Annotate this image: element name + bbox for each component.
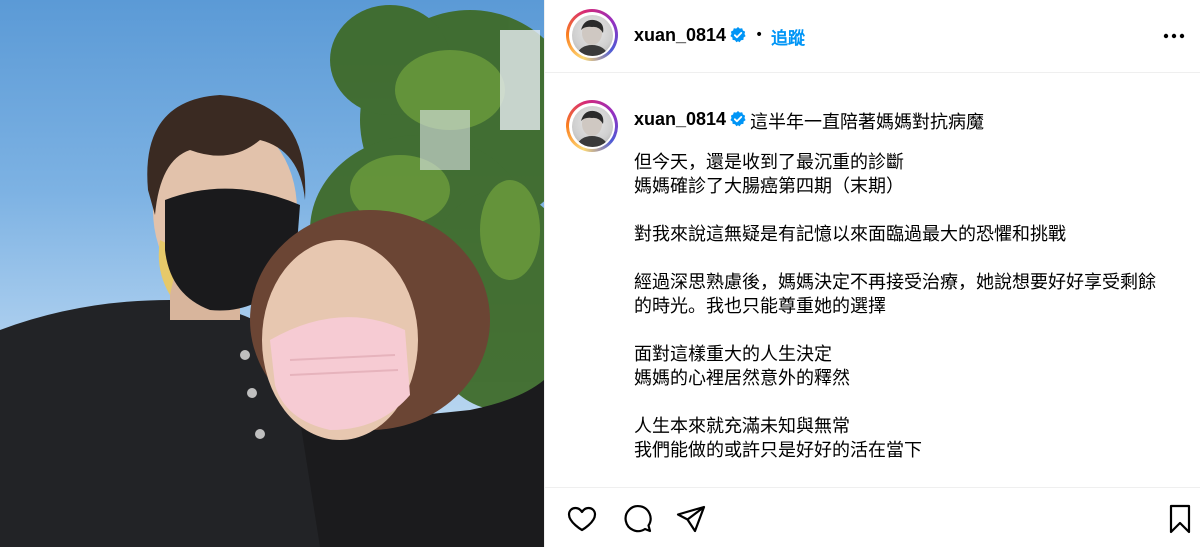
- caption-gap: [634, 319, 1179, 343]
- caption-first-line: 這半年一直陪著媽媽對抗病魔: [750, 112, 984, 133]
- caption-line: 的時光。我也只能尊重她的選擇: [634, 296, 886, 317]
- caption-line: 我們能做的或許只是好好的活在當下: [634, 440, 922, 461]
- caption-avatar[interactable]: [566, 100, 618, 152]
- post-side-panel: xuan_0814 • 追蹤 xuan_0814 這半年一直陪著媽媽對抗病魔 但…: [544, 0, 1200, 547]
- heart-icon[interactable]: [566, 503, 598, 535]
- header-avatar[interactable]: [566, 9, 618, 61]
- post-header: xuan_0814 • 追蹤: [545, 0, 1200, 73]
- caption-username[interactable]: xuan_0814: [634, 109, 726, 130]
- photo-illustration: [0, 5, 544, 547]
- comment-icon[interactable]: [621, 503, 653, 535]
- caption-gap: [634, 247, 1179, 271]
- bookmark-icon[interactable]: [1164, 503, 1196, 535]
- more-horizontal-icon[interactable]: [1163, 28, 1185, 44]
- caption-body: 但今天，還是收到了最沉重的診斷 媽媽確診了大腸癌第四期（末期） 對我來說這無疑是有記…: [634, 151, 1179, 463]
- post-photo[interactable]: [0, 0, 544, 547]
- avatar-image: [571, 105, 613, 147]
- caption-gap: [634, 199, 1179, 223]
- caption-line: 經過深思熟慮後，媽媽決定不再接受治療，她說想要好好享受剩餘: [634, 272, 1156, 293]
- caption-line: 面對這樣重大的人生決定: [634, 344, 832, 365]
- share-icon[interactable]: [675, 503, 707, 535]
- avatar-image: [571, 14, 613, 56]
- header-separator: •: [755, 27, 764, 43]
- caption-line: 但今天，還是收到了最沉重的診斷: [634, 152, 904, 173]
- header-username[interactable]: xuan_0814: [634, 25, 726, 46]
- verified-badge-icon: [730, 111, 746, 127]
- caption-gap: [634, 391, 1179, 415]
- follow-button[interactable]: 追蹤: [771, 24, 805, 49]
- caption-line: 媽媽的心裡居然意外的釋然: [634, 368, 850, 389]
- action-bar: [545, 487, 1200, 547]
- caption-line: 媽媽確診了大腸癌第四期（末期）: [634, 176, 904, 197]
- caption-line: 人生本來就充滿未知與無常: [634, 416, 850, 437]
- verified-badge-icon: [730, 27, 746, 43]
- caption-line: 對我來說這無疑是有記憶以來面臨過最大的恐懼和挑戰: [634, 224, 1066, 245]
